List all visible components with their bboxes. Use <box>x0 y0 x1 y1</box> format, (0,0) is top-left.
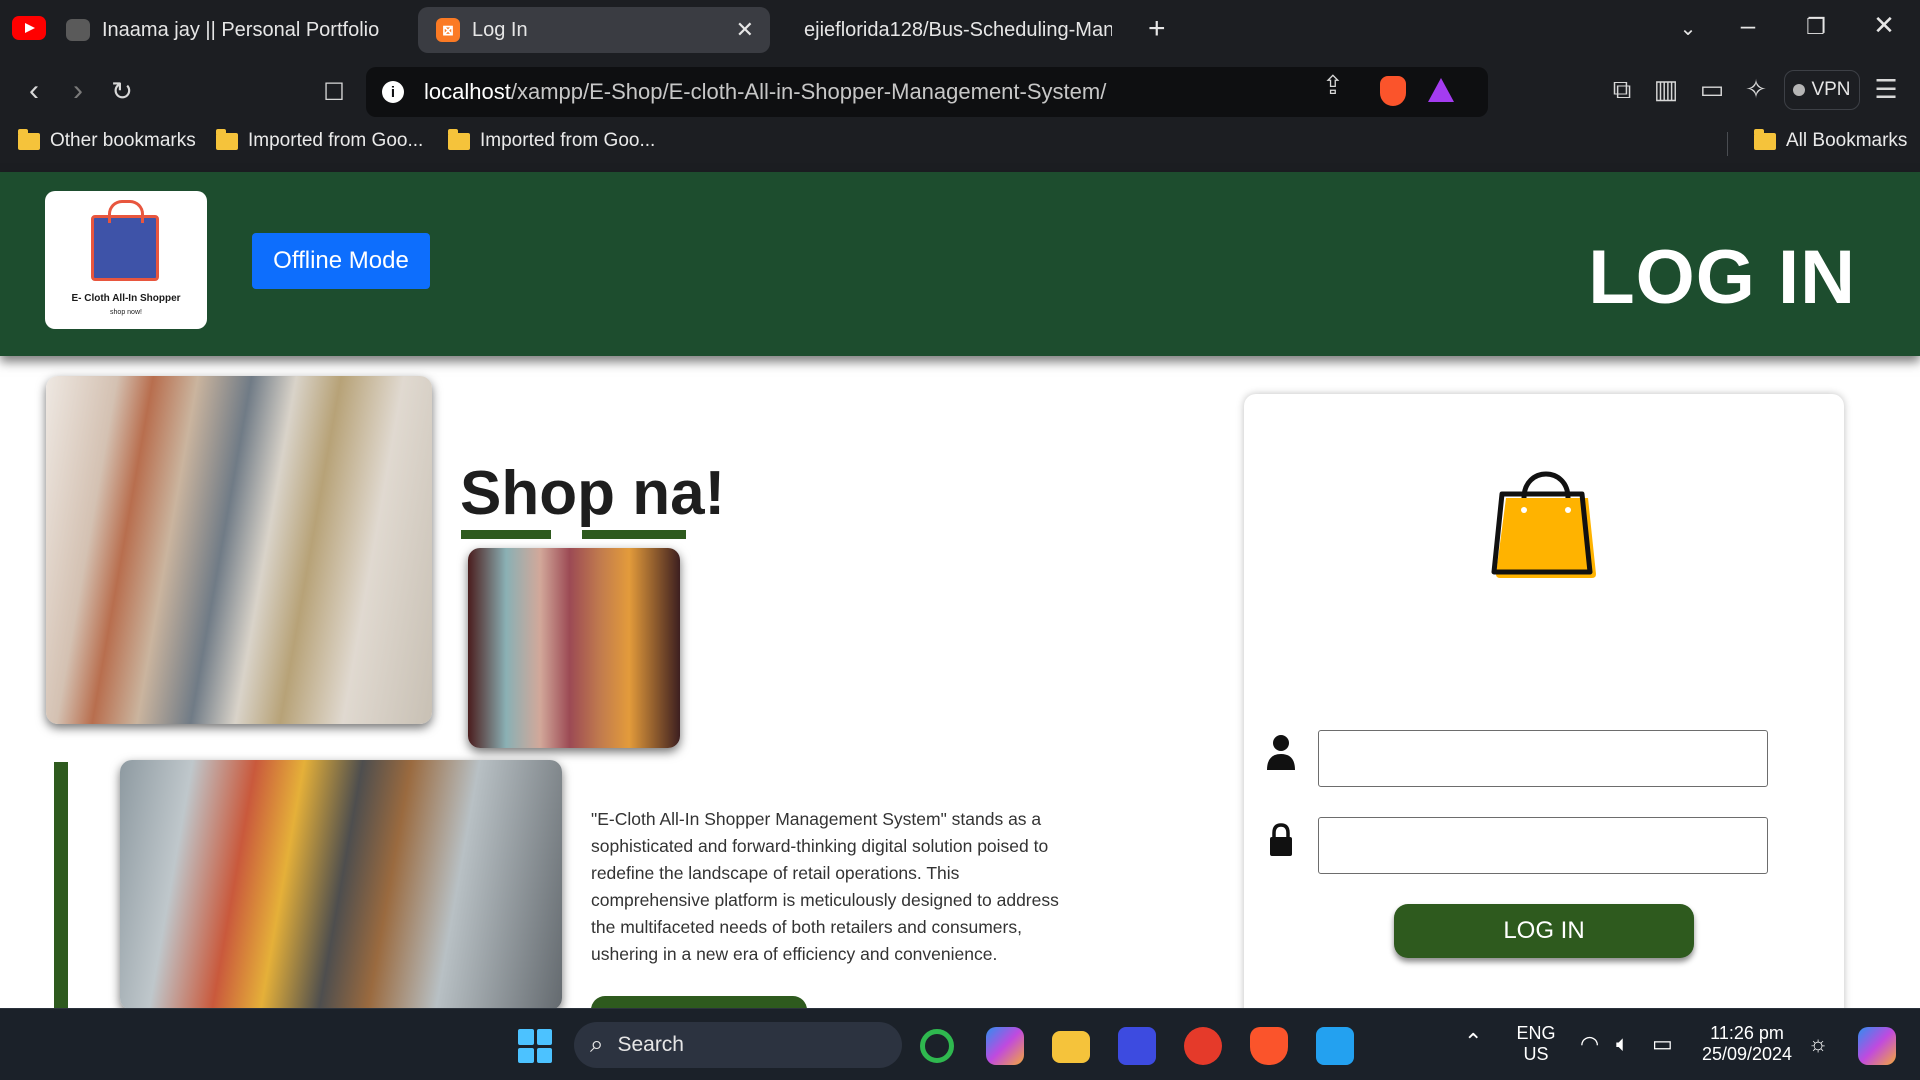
close-window-icon[interactable]: ✕ <box>1864 10 1904 41</box>
url-host: localhost <box>424 79 511 104</box>
shopping-bag-icon <box>1491 471 1596 578</box>
tab-title: ejieflorida128/Bus-Scheduling-Mana <box>804 18 1112 41</box>
forward-icon[interactable]: › <box>58 74 98 108</box>
minimize-icon[interactable]: – <box>1728 10 1768 41</box>
extensions-icon[interactable]: ⧉ <box>1604 74 1640 106</box>
wifi-icon[interactable]: ◠ <box>1580 1031 1599 1057</box>
volume-icon[interactable]: 🔈︎ <box>1616 1031 1629 1057</box>
browser-tab-bar: Inaama jay || Personal Portfolio ⊠ Log I… <box>0 0 1920 60</box>
language-code: ENG <box>1516 1023 1556 1043</box>
bookmark-all[interactable]: All Bookmarks <box>1754 128 1908 152</box>
taskbar-search[interactable]: ⌕ Search <box>574 1022 902 1068</box>
heading-underline <box>582 530 686 539</box>
login-button[interactable]: LOG IN <box>1394 904 1694 958</box>
xampp-favicon-icon: ⊠ <box>436 18 460 42</box>
notifications-icon[interactable]: ☼ <box>1808 1031 1828 1057</box>
bookmark-label: Other bookmarks <box>50 130 196 151</box>
menu-icon[interactable]: ☰ <box>1868 74 1904 105</box>
site-header: E- Cloth All-In Shopper shop now! Offlin… <box>0 172 1920 356</box>
bookmark-other[interactable]: Other bookmarks <box>18 128 196 152</box>
tray-overflow-icon[interactable]: ⌃ <box>1464 1029 1482 1055</box>
hanging-shirts-image <box>120 760 562 1010</box>
folder-icon <box>448 128 470 150</box>
clock-date: 25/09/2024 <box>1701 1044 1793 1064</box>
windows-taskbar: ⌕ Search ⌃ ENG US ◠ 🔈︎ ▭ 11:26 pm 25/09/… <box>0 1008 1920 1080</box>
browser-toolbar: ‹ › ↻ ☐ i localhost/xampp/E-Shop/E-cloth… <box>0 60 1920 180</box>
user-icon <box>1267 735 1295 770</box>
shopping-bag-logo-icon <box>91 200 159 281</box>
clock[interactable]: 11:26 pm 25/09/2024 <box>1692 1023 1802 1065</box>
site-logo[interactable]: E- Cloth All-In Shopper shop now! <box>45 191 207 329</box>
copilot-pre-icon[interactable] <box>1858 1027 1896 1065</box>
file-explorer-icon[interactable] <box>1052 1031 1090 1063</box>
bookmark-imported-1[interactable]: Imported from Goo... <box>216 128 424 152</box>
portfolio-favicon-icon <box>66 19 90 41</box>
shop-heading: Shop na! <box>460 459 726 528</box>
tab-login[interactable]: ⊠ Log In ✕ <box>418 7 770 53</box>
back-icon[interactable]: ‹ <box>14 74 54 108</box>
region-code: US <box>1523 1044 1549 1064</box>
ring-app-icon[interactable] <box>920 1029 954 1063</box>
search-icon: ⌕ <box>590 1031 604 1058</box>
address-bar[interactable]: i localhost/xampp/E-Shop/E-cloth-All-in-… <box>366 67 1488 117</box>
bookmark-label: Imported from Goo... <box>480 130 656 151</box>
close-tab-icon[interactable]: ✕ <box>736 17 754 43</box>
windows-start-icon[interactable] <box>518 1029 552 1063</box>
password-input[interactable] <box>1318 817 1768 874</box>
tab-github[interactable]: ejieflorida128/Bus-Scheduling-Mana <box>792 7 1112 53</box>
brave-shields-icon[interactable] <box>1380 76 1406 106</box>
bookmark-label: All Bookmarks <box>1786 130 1908 151</box>
language-indicator[interactable]: ENG US <box>1508 1023 1564 1065</box>
site-info-icon[interactable]: i <box>382 81 404 103</box>
brave-browser-icon[interactable] <box>1250 1027 1288 1065</box>
tab-portfolio[interactable]: Inaama jay || Personal Portfolio <box>66 7 406 53</box>
clock-time: 11:26 pm <box>1710 1023 1784 1043</box>
folder-icon <box>1754 128 1776 150</box>
url-path: /xampp/E-Shop/E-cloth-All-in-Shopper-Man… <box>510 79 1107 104</box>
wallet-icon[interactable]: ▭ <box>1694 74 1730 105</box>
bookmark-icon[interactable]: ☐ <box>314 78 354 107</box>
clothes-flatlay-image <box>46 376 432 724</box>
username-input[interactable] <box>1318 730 1768 787</box>
logo-subtitle: shop now! <box>110 309 142 316</box>
vscode-icon[interactable] <box>1316 1027 1354 1065</box>
tab-title: Inaama jay || Personal Portfolio <box>102 18 380 41</box>
page-title: LOG IN <box>1588 235 1856 320</box>
bookmarks-divider <box>1727 132 1728 156</box>
vpn-status-icon <box>1793 84 1806 96</box>
tab-list-icon[interactable]: ⌄ <box>1668 16 1708 41</box>
vpn-label: VPN <box>1811 79 1851 100</box>
accent-bar <box>54 762 68 1010</box>
sidebar-icon[interactable]: ▥ <box>1648 74 1684 105</box>
logo-title: E- Cloth All-In Shopper <box>71 293 181 304</box>
folder-icon <box>18 128 40 150</box>
vpn-button[interactable]: VPN <box>1784 70 1860 110</box>
new-tab-button[interactable]: + <box>1148 12 1166 46</box>
ide-app-icon[interactable] <box>1118 1027 1156 1065</box>
offline-mode-button[interactable]: Offline Mode <box>252 233 430 289</box>
system-description: "E-Cloth All-In Shopper Management Syste… <box>591 809 1059 964</box>
bookmark-imported-2[interactable]: Imported from Goo... <box>448 128 656 152</box>
copilot-icon[interactable] <box>986 1027 1024 1065</box>
brave-rewards-icon[interactable] <box>1428 78 1454 102</box>
lock-icon <box>1270 823 1292 856</box>
battery-icon[interactable]: ▭ <box>1652 1031 1673 1057</box>
clothing-rack-image <box>468 548 680 748</box>
share-icon[interactable]: ⇪ <box>1322 70 1344 101</box>
heading-underline <box>461 530 551 539</box>
tab-title: Log In <box>472 18 528 41</box>
bookmark-label: Imported from Goo... <box>248 130 424 151</box>
folder-icon <box>216 128 238 150</box>
restore-icon[interactable]: ❐ <box>1796 14 1836 40</box>
wps-office-icon[interactable] <box>1184 1027 1222 1065</box>
search-label: Search <box>617 1033 684 1056</box>
youtube-icon[interactable] <box>12 16 46 40</box>
leo-ai-icon[interactable]: ✧ <box>1738 74 1774 105</box>
reload-icon[interactable]: ↻ <box>102 76 142 107</box>
